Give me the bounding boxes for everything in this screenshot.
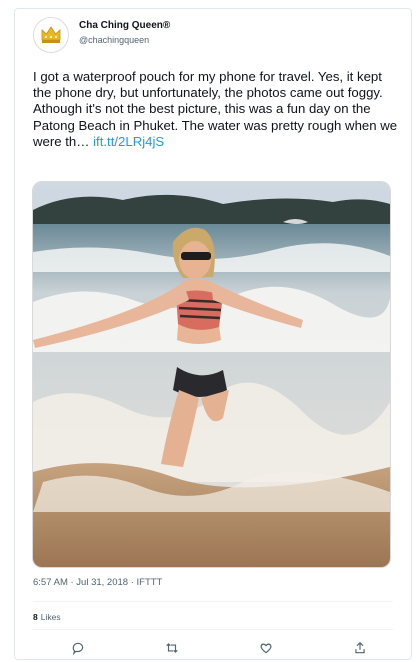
tweet-text-line1: I got a waterproof pouch for my phone fo… <box>33 69 383 101</box>
reply-icon <box>72 642 84 656</box>
tweet-text: I got a waterproof pouch for my phone fo… <box>33 69 401 150</box>
divider-bottom <box>33 629 393 630</box>
display-name[interactable]: Cha Ching Queen® <box>79 20 170 31</box>
share-icon <box>355 641 365 654</box>
retweet-button[interactable] <box>163 639 181 657</box>
user-handle[interactable]: @chachingqueen <box>79 35 149 45</box>
likes-count[interactable]: 8 Likes <box>33 612 61 622</box>
tweet-text-line2: Athough it's not the best picture, this … <box>33 101 401 150</box>
action-bar <box>15 639 413 657</box>
avatar[interactable] <box>33 17 69 53</box>
crown-logo-icon <box>35 19 67 51</box>
likes-number: 8 <box>33 612 38 622</box>
tweet-text-line2-prefix: Athough it's not the best picture, this … <box>33 101 398 149</box>
tweet-timestamp[interactable]: 6:57 AM · Jul 31, 2018 · IFTTT <box>33 577 162 588</box>
beach-photo-image <box>33 182 390 567</box>
likes-label: Likes <box>40 612 61 622</box>
like-button[interactable] <box>257 639 275 657</box>
tweet-photo[interactable] <box>32 181 391 568</box>
like-icon <box>260 643 272 654</box>
retweet-icon <box>166 643 178 653</box>
tweet-link[interactable]: ift.tt/2LRj4jS <box>93 134 164 149</box>
tweet-card: Cha Ching Queen® @chachingqueen I got a … <box>14 8 412 660</box>
reply-button[interactable] <box>69 639 87 657</box>
share-button[interactable] <box>351 639 369 657</box>
tweet-header: Cha Ching Queen® @chachingqueen <box>33 17 393 57</box>
divider-top <box>33 601 393 602</box>
